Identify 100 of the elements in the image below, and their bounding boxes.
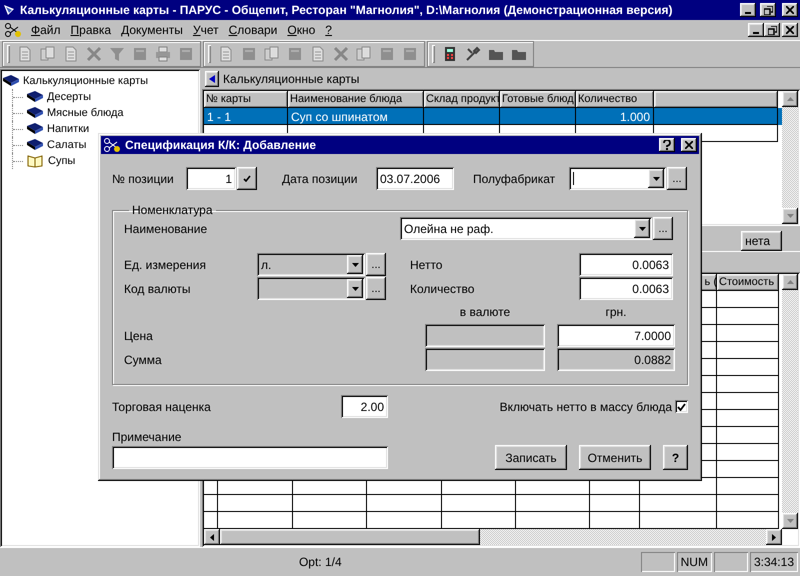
restore-button[interactable]	[764, 23, 780, 37]
net-field[interactable]: 0.0063	[579, 253, 673, 276]
app-icon	[2, 3, 16, 17]
tree-item[interactable]: Мясные блюда	[12, 105, 198, 121]
panel-title: Калькуляционные карты	[223, 72, 360, 86]
position-field[interactable]: 1	[186, 167, 236, 190]
dialog-button[interactable]: Отменить	[579, 445, 651, 470]
close-button[interactable]	[782, 23, 798, 37]
menu-item[interactable]: Файл	[26, 23, 66, 37]
menu-item[interactable]: Окно	[282, 23, 320, 37]
field-label: Торговая наценка	[112, 400, 212, 414]
table-cell	[717, 478, 779, 495]
browse-button[interactable]: ...	[667, 167, 687, 190]
book-icon	[26, 106, 44, 120]
book-icon	[26, 122, 44, 136]
minimize-button[interactable]	[748, 23, 764, 37]
column-header[interactable]: Наименование блюда	[288, 91, 424, 108]
table-cell	[590, 495, 640, 512]
table-cell	[717, 410, 779, 427]
dropdown-field[interactable]: Олейна не раф.	[400, 217, 652, 240]
book-icon	[26, 90, 44, 104]
field-label: Ед. измерения	[124, 258, 207, 272]
scissors-icon	[4, 22, 22, 38]
dialog-button[interactable]: ?	[663, 445, 688, 470]
tree-item[interactable]: Калькуляционные карты	[2, 73, 198, 89]
table-row[interactable]: 1 - 1 Суп со шпинатом 1.000	[204, 108, 782, 125]
column-header[interactable]: № карты	[204, 91, 288, 108]
up-arrow-icon	[786, 97, 794, 101]
num-lock-indicator: NUM	[676, 552, 712, 572]
browse-button[interactable]: ...	[653, 217, 673, 240]
status-message: Opt: 1/4	[298, 554, 343, 571]
menu-item[interactable]: Документы	[116, 23, 188, 37]
table-cell	[717, 393, 779, 410]
field-label: Цена	[124, 328, 154, 342]
column-header[interactable]: Стоимость	[717, 274, 779, 291]
book-icon	[26, 138, 44, 152]
menu-item[interactable]: Словари	[224, 23, 282, 37]
table-cell	[717, 444, 779, 461]
scroll-up-button[interactable]	[782, 91, 798, 107]
group-legend: Номенклатура	[129, 203, 216, 217]
back-button[interactable]	[205, 71, 219, 87]
field-label: Полуфабрикат	[473, 172, 556, 186]
checkbox[interactable]	[675, 400, 688, 413]
table-cell	[717, 461, 779, 478]
open-book-icon	[26, 154, 44, 168]
scroll-thumb[interactable]	[220, 529, 480, 545]
field-label: Код валюты	[124, 282, 192, 296]
dropdown-field[interactable]	[569, 167, 666, 190]
restore-button[interactable]	[760, 3, 776, 17]
scroll-up-button[interactable]	[782, 274, 798, 290]
help-button[interactable]	[659, 138, 675, 152]
restore-icon	[764, 6, 772, 14]
close-button[interactable]	[681, 138, 697, 152]
currency-field[interactable]	[425, 348, 545, 371]
table-cell	[717, 291, 779, 308]
date-field[interactable]: 03.07.2006	[376, 167, 454, 190]
markup-field[interactable]: 2.00	[341, 395, 388, 418]
scissors-icon	[103, 137, 121, 153]
column-header[interactable]: Готовые блюд	[500, 91, 576, 108]
checkbox-label: Включать нетто в массу блюда	[500, 400, 672, 414]
dropdown-arrow-icon	[638, 226, 646, 230]
column-header[interactable]	[654, 91, 778, 108]
column-header[interactable]: Количество	[576, 91, 654, 108]
calculator-icon[interactable]	[442, 46, 458, 62]
down-arrow-icon	[786, 519, 794, 523]
menu-item[interactable]: Учет	[188, 23, 224, 37]
close-icon	[786, 6, 794, 14]
scroll-down-button[interactable]	[782, 208, 798, 224]
column-heading: в валюте	[458, 305, 512, 319]
dropdown-arrow-icon	[352, 262, 358, 266]
menu-item[interactable]: Правка	[66, 23, 116, 37]
restore-icon	[768, 26, 776, 34]
minimize-button[interactable]	[740, 3, 756, 17]
dropdown-arrow-icon	[352, 286, 358, 290]
close-icon	[685, 141, 693, 149]
menu-item[interactable]: ?	[320, 23, 337, 37]
dialog-title: Спецификация К/К: Добавление	[125, 138, 318, 152]
check-button[interactable]	[237, 167, 257, 190]
currency-field[interactable]	[425, 324, 545, 347]
left-arrow-icon	[210, 534, 214, 540]
tree-item[interactable]: Десерты	[12, 89, 198, 105]
note-field[interactable]	[112, 446, 388, 469]
quantity-field[interactable]: 0.0063	[579, 277, 673, 300]
table-cell	[717, 495, 779, 512]
field-label: Сумма	[124, 352, 163, 366]
table-cell	[717, 342, 779, 359]
wrench-icon[interactable]	[465, 46, 481, 62]
scroll-down-button[interactable]	[782, 513, 798, 529]
scroll-left-button[interactable]	[204, 529, 220, 545]
table-cell	[717, 376, 779, 393]
check-icon	[677, 402, 686, 410]
status-pane	[640, 552, 675, 572]
printer-icon[interactable]	[155, 46, 171, 62]
scroll-right-button[interactable]	[766, 529, 782, 545]
status-pane	[714, 552, 748, 572]
left-arrow-icon	[209, 75, 215, 83]
dialog-button[interactable]: Записать	[495, 445, 567, 470]
tab[interactable]: нета	[741, 231, 782, 251]
close-button[interactable]	[782, 3, 798, 17]
price-field[interactable]: 7.0000	[557, 324, 675, 347]
